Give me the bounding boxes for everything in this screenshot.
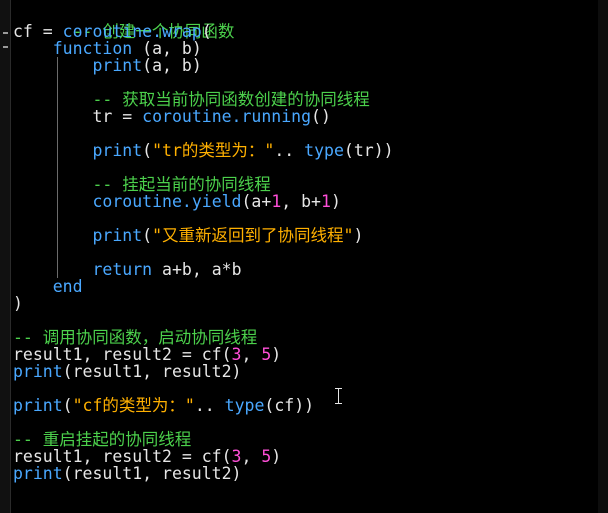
indent-guide: [57, 142, 58, 159]
indent-guide: [57, 108, 58, 125]
code-line-10: [13, 159, 596, 176]
code-line-27: result1, result2 = cf(3, 5): [13, 448, 596, 465]
code-line-24: print("cf的类型为：".. type(cf)): [13, 397, 596, 414]
number-literal: 5: [261, 345, 272, 364]
string-literal: "cf的类型为：": [72, 396, 195, 415]
code-line-4: print(a, b): [13, 57, 596, 74]
fold-marker-icon[interactable]: [3, 32, 8, 34]
code-line-11: -- 挂起当前的协同线程: [13, 176, 596, 193]
code-token: (cf)): [264, 396, 315, 415]
code-line-26: -- 重启挂起的协同线程: [13, 431, 596, 448]
code-token: type: [304, 141, 344, 160]
code-token: , b+: [281, 192, 321, 211]
code-token: coroutine.running: [142, 107, 312, 126]
string-literal: "tr的类型为：": [152, 141, 275, 160]
code-token: coroutine.yield: [92, 192, 242, 211]
fold-marker-icon[interactable]: [3, 46, 8, 48]
code-line-16: return a+b, a*b: [13, 261, 596, 278]
code-area[interactable]: -- 创建一个协同函数 cf = coroutine.wrap( functio…: [13, 6, 596, 513]
code-token: ): [330, 192, 341, 211]
indent-guide: [57, 91, 58, 108]
number-literal: 1: [271, 192, 282, 211]
code-line-14: print("又重新返回到了协同线程"): [13, 227, 596, 244]
indent-guide: [57, 176, 58, 193]
code-token: print: [92, 226, 143, 245]
code-token: ,: [241, 345, 262, 364]
code-token: (: [142, 141, 153, 160]
code-line-15: [13, 244, 596, 261]
indent-guide: [57, 244, 58, 261]
code-token: (: [62, 396, 73, 415]
code-line-5: [13, 74, 596, 91]
string-literal: "又重新返回到了协同线程": [152, 226, 354, 245]
code-token: ,: [241, 447, 262, 466]
text-cursor-icon: [334, 388, 343, 404]
code-token: (tr)): [343, 141, 394, 160]
code-token: (a+: [241, 192, 272, 211]
code-line-12: coroutine.yield(a+1, b+1): [13, 193, 596, 210]
code-token: ): [353, 226, 364, 245]
code-token: ): [13, 294, 23, 313]
code-editor[interactable]: -- 创建一个协同函数 cf = coroutine.wrap( functio…: [0, 0, 608, 513]
code-token: (result1, result2): [62, 362, 242, 381]
editor-gutter: [0, 0, 11, 513]
code-token: type: [224, 396, 265, 415]
code-token: (: [201, 22, 212, 41]
code-line-2: cf = coroutine.wrap(: [13, 23, 596, 40]
code-line-28: print(result1, result2): [13, 465, 596, 482]
code-token: ): [271, 345, 282, 364]
code-token: (: [142, 226, 153, 245]
indent-guide: [57, 159, 58, 176]
code-token: print: [13, 362, 63, 381]
indent-guide: [57, 227, 58, 244]
code-line-22: print(result1, result2): [13, 363, 596, 380]
indent-guide: [57, 193, 58, 210]
code-line-13: [13, 210, 596, 227]
indent-guide: [57, 210, 58, 227]
code-line-7: tr = coroutine.running(): [13, 108, 596, 125]
code-line-20: -- 调用协同函数，启动协同线程: [13, 329, 596, 346]
code-token: ..: [274, 141, 305, 160]
indent-guide: [57, 74, 58, 91]
number-literal: 5: [261, 447, 272, 466]
code-line-8: [13, 125, 596, 142]
code-token: print: [13, 464, 63, 483]
code-token: (a, b): [142, 56, 202, 75]
code-token: print: [92, 141, 143, 160]
code-line-18: ): [13, 295, 596, 312]
code-token: a+b, a*b: [152, 260, 242, 279]
indent-guide: [57, 57, 58, 74]
code-token: ): [271, 447, 282, 466]
code-token: (): [311, 107, 331, 126]
code-line-21: result1, result2 = cf(3, 5): [13, 346, 596, 363]
editor-right-edge: [598, 0, 608, 513]
code-line-3: function (a, b): [13, 40, 596, 57]
code-line-1: -- 创建一个协同函数: [13, 6, 596, 40]
code-token: print: [13, 396, 63, 415]
code-line-6: -- 获取当前协同函数创建的协同线程: [13, 91, 596, 108]
code-line-9: print("tr的类型为：".. type(tr)): [13, 142, 596, 159]
code-token: tr =: [92, 107, 143, 126]
code-token: return: [92, 260, 153, 279]
code-line-17: end: [13, 278, 596, 295]
indent-guide: [57, 261, 58, 278]
code-token: print: [92, 56, 143, 75]
code-token: ..: [194, 396, 225, 415]
code-token: (result1, result2): [62, 464, 242, 483]
number-literal: 1: [321, 192, 331, 211]
indent-guide: [57, 125, 58, 142]
code-token: end: [52, 277, 83, 296]
